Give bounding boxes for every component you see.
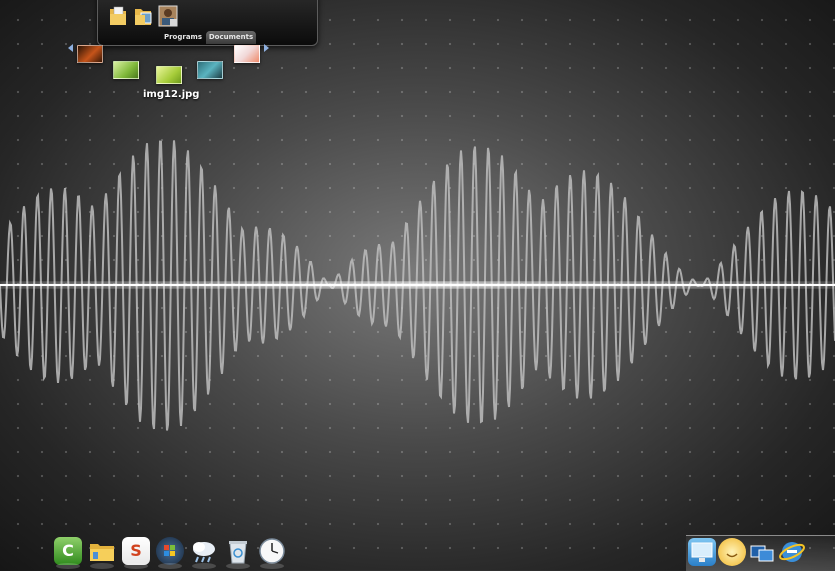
waveform-wallpaper <box>0 140 835 431</box>
orange-photo-thumb[interactable] <box>77 45 103 63</box>
teal-flower-thumb[interactable] <box>197 61 223 79</box>
green-leaf-thumb[interactable] <box>113 61 139 79</box>
document-stack-widget: Programs Documents <box>97 0 318 46</box>
image-caption: img12.jpg <box>143 89 200 100</box>
window-switch-icon[interactable] <box>748 538 776 566</box>
dock-reflection <box>158 563 182 569</box>
dock-reflection <box>226 563 250 569</box>
waveform-center-line <box>0 284 835 286</box>
recycle-bin-glyph <box>229 541 247 564</box>
green-field-thumb[interactable] <box>156 66 182 84</box>
dock-reflection <box>56 563 80 569</box>
window-switch-glyph <box>750 545 774 562</box>
weather-glyph <box>193 542 215 563</box>
pink-flower-thumb[interactable] <box>234 45 260 63</box>
camtasia-glyph: C <box>62 541 74 560</box>
weather-icon[interactable] <box>190 537 218 569</box>
dock-reflection <box>260 563 284 569</box>
tab-programs[interactable]: Programs <box>161 31 205 44</box>
internet-explorer-icon[interactable] <box>778 538 806 566</box>
smiley-glyph <box>726 553 738 558</box>
dock-reflection <box>90 563 114 569</box>
internet-explorer-glyph <box>779 542 805 562</box>
photo-icon[interactable] <box>158 5 178 27</box>
desktop: Programs Documents img12.jpg C S <box>0 0 835 571</box>
tab-documents[interactable]: Documents <box>206 31 256 44</box>
folder-glyph <box>90 544 114 561</box>
previous-arrow-icon[interactable] <box>68 44 73 52</box>
clock-glyph <box>259 538 285 564</box>
folder-pictures-icon[interactable] <box>133 5 153 27</box>
windows-start-icon[interactable] <box>156 537 184 569</box>
windows-logo <box>164 545 175 556</box>
dock-reflection <box>192 563 216 569</box>
next-arrow-icon[interactable] <box>264 44 269 52</box>
slide-app-icon[interactable]: S <box>122 537 150 569</box>
recycle-bin-icon[interactable] <box>224 537 252 569</box>
folder-document-icon[interactable] <box>108 5 128 27</box>
slide-app-glyph: S <box>130 541 142 560</box>
clock-icon[interactable] <box>258 537 286 569</box>
dock-reflection <box>124 563 148 569</box>
monitor-glyph <box>691 542 713 562</box>
camtasia-icon[interactable]: C <box>54 537 82 569</box>
folder-icon[interactable] <box>88 537 116 569</box>
smiley-icon[interactable] <box>718 538 746 566</box>
monitor-icon[interactable] <box>688 538 716 566</box>
